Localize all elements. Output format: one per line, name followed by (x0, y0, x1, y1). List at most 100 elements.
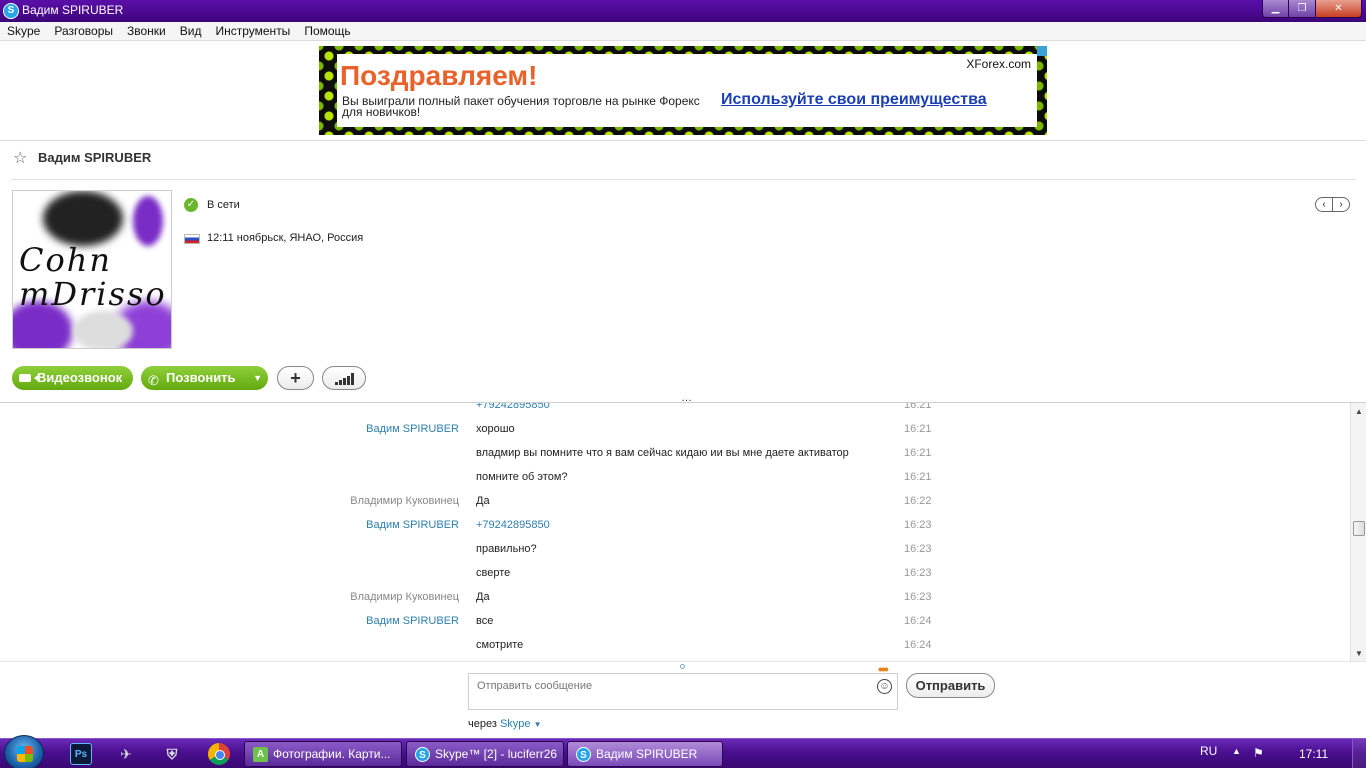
chrome-icon[interactable] (208, 743, 230, 765)
menu-view[interactable]: Вид (180, 24, 202, 38)
pager-prev-button[interactable]: ‹ (1316, 198, 1332, 211)
taskbar-item-label: Фотографии. Карти... (273, 747, 391, 761)
chat-message-row[interactable]: владмир вы помните что я вам сейчас кида… (0, 441, 1350, 465)
language-indicator[interactable]: RU (1200, 744, 1217, 758)
message-time: 16:23 (904, 543, 932, 555)
windows-taskbar: Ps ✈ ⛨ A Фотографии. Карти... S Skype™ [… (0, 735, 1366, 768)
system-clock[interactable]: 17:11 (1299, 747, 1328, 761)
message-composer: ☺ (468, 673, 898, 710)
show-desktop-button[interactable] (1352, 739, 1366, 768)
chat-message-row[interactable]: сверте 16:23 (0, 561, 1350, 585)
message-sender[interactable]: Вадим SPIRUBER (366, 423, 459, 435)
chat-message-row[interactable]: Владимир Куковинец Да 16:22 (0, 489, 1350, 513)
taskbar-item-skype-main[interactable]: S Skype™ [2] - luciferr26 (406, 741, 564, 767)
ad-panel: Поздравляем! Вы выиграли полный пакет об… (337, 54, 1037, 127)
video-call-label: Видеозвонок (37, 370, 123, 385)
contact-avatar[interactable]: Cohn mDrisso (12, 190, 172, 349)
start-button[interactable] (4, 735, 44, 768)
via-prefix: через (468, 718, 497, 730)
add-people-button[interactable]: + (277, 366, 314, 390)
phone-icon: ✆ (148, 373, 159, 388)
chat-message-row[interactable]: смотрите 16:24 (0, 633, 1350, 657)
call-quality-button[interactable] (322, 366, 366, 390)
message-sender[interactable]: Владимир Куковинец (350, 591, 459, 603)
message-time: 16:21 (904, 471, 932, 483)
chat-message-row[interactable]: Вадим SPIRUBER хорошо 16:21 (0, 417, 1350, 441)
video-call-button[interactable]: Видеозвонок (12, 366, 133, 390)
message-time: 16:21 (904, 423, 932, 435)
call-dropdown-icon[interactable]: ▼ (253, 366, 262, 390)
message-sender[interactable]: Владимир Куковинец (350, 495, 459, 507)
menu-help[interactable]: Помощь (304, 24, 350, 38)
tray-expand-icon[interactable]: ▲ (1232, 746, 1241, 756)
ad-banner[interactable]: Поздравляем! Вы выиграли полный пакет об… (319, 46, 1047, 135)
profile-pager: ‹ › (1315, 197, 1350, 212)
scrollbar-thumb[interactable] (1353, 521, 1365, 536)
action-center-flag-icon[interactable]: ⚑ (1253, 746, 1264, 760)
chat-message-row[interactable]: Вадим SPIRUBER все 16:24 (0, 609, 1350, 633)
message-time: 16:24 (904, 639, 932, 651)
favorite-star-icon[interactable]: ☆ (13, 148, 27, 168)
call-label: Позвонить (166, 370, 236, 385)
pager-next-button[interactable]: › (1332, 198, 1349, 211)
ad-subtitle: Вы выиграли полный пакет обучения торгов… (342, 94, 700, 119)
scroll-down-arrow-icon[interactable]: ▼ (1351, 647, 1366, 661)
message-text: сверте (476, 567, 511, 579)
photoshop-icon[interactable]: Ps (70, 743, 92, 765)
via-service-link[interactable]: Skype (500, 718, 531, 730)
chevron-down-icon[interactable]: ▼ (534, 720, 542, 729)
divider (0, 661, 1366, 662)
chat-scrollbar[interactable]: ▲ ▼ (1350, 403, 1366, 661)
chat-message-row[interactable]: правильно? 16:23 (0, 537, 1350, 561)
aircraft-game-icon[interactable]: ✈ (115, 743, 137, 765)
menu-conversations[interactable]: Разговоры (54, 24, 113, 38)
menu-skype[interactable]: Skype (7, 24, 40, 38)
photo-app-icon: A (253, 747, 268, 762)
divider (0, 140, 1366, 141)
chat-history[interactable]: +79242895850 16:21 Вадим SPIRUBER хорошо 16:… (0, 403, 1350, 661)
emoticon-icon[interactable]: ☺ (877, 679, 892, 694)
tanks-game-icon[interactable]: ⛨ (161, 743, 183, 765)
message-sender[interactable]: Вадим SPIRUBER (366, 519, 459, 531)
windows-logo-icon (17, 746, 33, 762)
avatar-splat (43, 191, 123, 246)
online-status-icon: ✓ (184, 198, 198, 212)
chat-message-row[interactable]: помните об этом? 16:21 (0, 465, 1350, 489)
menu-calls[interactable]: Звонки (127, 24, 166, 38)
skype-icon: S (415, 747, 430, 762)
adchoices-icon[interactable] (1037, 46, 1047, 56)
close-button[interactable]: ✕ (1316, 0, 1362, 18)
message-input[interactable] (469, 674, 869, 698)
call-button[interactable]: ✆ Позвонить ▼ (141, 366, 268, 390)
minimize-button[interactable]: ▁ (1262, 0, 1289, 18)
contact-local-info: 12:11 ноябрьск, ЯНАО, Россия (207, 232, 364, 244)
chat-message-row[interactable]: Вадим SPIRUBER +79242895850 16:23 (0, 513, 1350, 537)
skype-icon: S (3, 3, 19, 19)
scroll-up-arrow-icon[interactable]: ▲ (1351, 405, 1366, 419)
ad-cta-link[interactable]: Используйте свои преимущества (721, 91, 987, 109)
maximize-button[interactable]: ❐ (1289, 0, 1316, 18)
russia-flag-icon (184, 234, 200, 244)
contact-name: Вадим SPIRUBER (38, 150, 152, 165)
window-controls: ▁ ❐ ✕ (1262, 0, 1362, 18)
message-sender[interactable]: Вадим SPIRUBER (366, 615, 459, 627)
message-time: 16:24 (904, 615, 932, 627)
message-text: Да (476, 591, 490, 603)
chat-message-row[interactable]: Владимир Куковинец Да 16:23 (0, 585, 1350, 609)
window-title: Вадим SPIRUBER (22, 3, 124, 17)
send-via: через Skype ▼ (468, 718, 542, 730)
status-text: В сети (207, 199, 240, 211)
message-time: 16:22 (904, 495, 932, 507)
ad-headline: Поздравляем! (340, 60, 538, 91)
message-text: +79242895850 (476, 519, 550, 531)
avatar-splat (73, 311, 133, 348)
message-time: 16:21 (904, 447, 932, 459)
menu-tools[interactable]: Инструменты (215, 24, 290, 38)
window-titlebar[interactable]: S Вадим SPIRUBER ▁ ❐ ✕ (0, 0, 1366, 22)
message-text: хорошо (476, 423, 515, 435)
taskbar-item-skype-chat[interactable]: S Вадим SPIRUBER (567, 741, 723, 767)
taskbar-item-photos[interactable]: A Фотографии. Карти... (244, 741, 402, 767)
chat-message-row[interactable]: +79242895850 16:21 (0, 403, 1350, 417)
send-button[interactable]: Отправить (906, 673, 995, 698)
message-time: 16:23 (904, 591, 932, 603)
